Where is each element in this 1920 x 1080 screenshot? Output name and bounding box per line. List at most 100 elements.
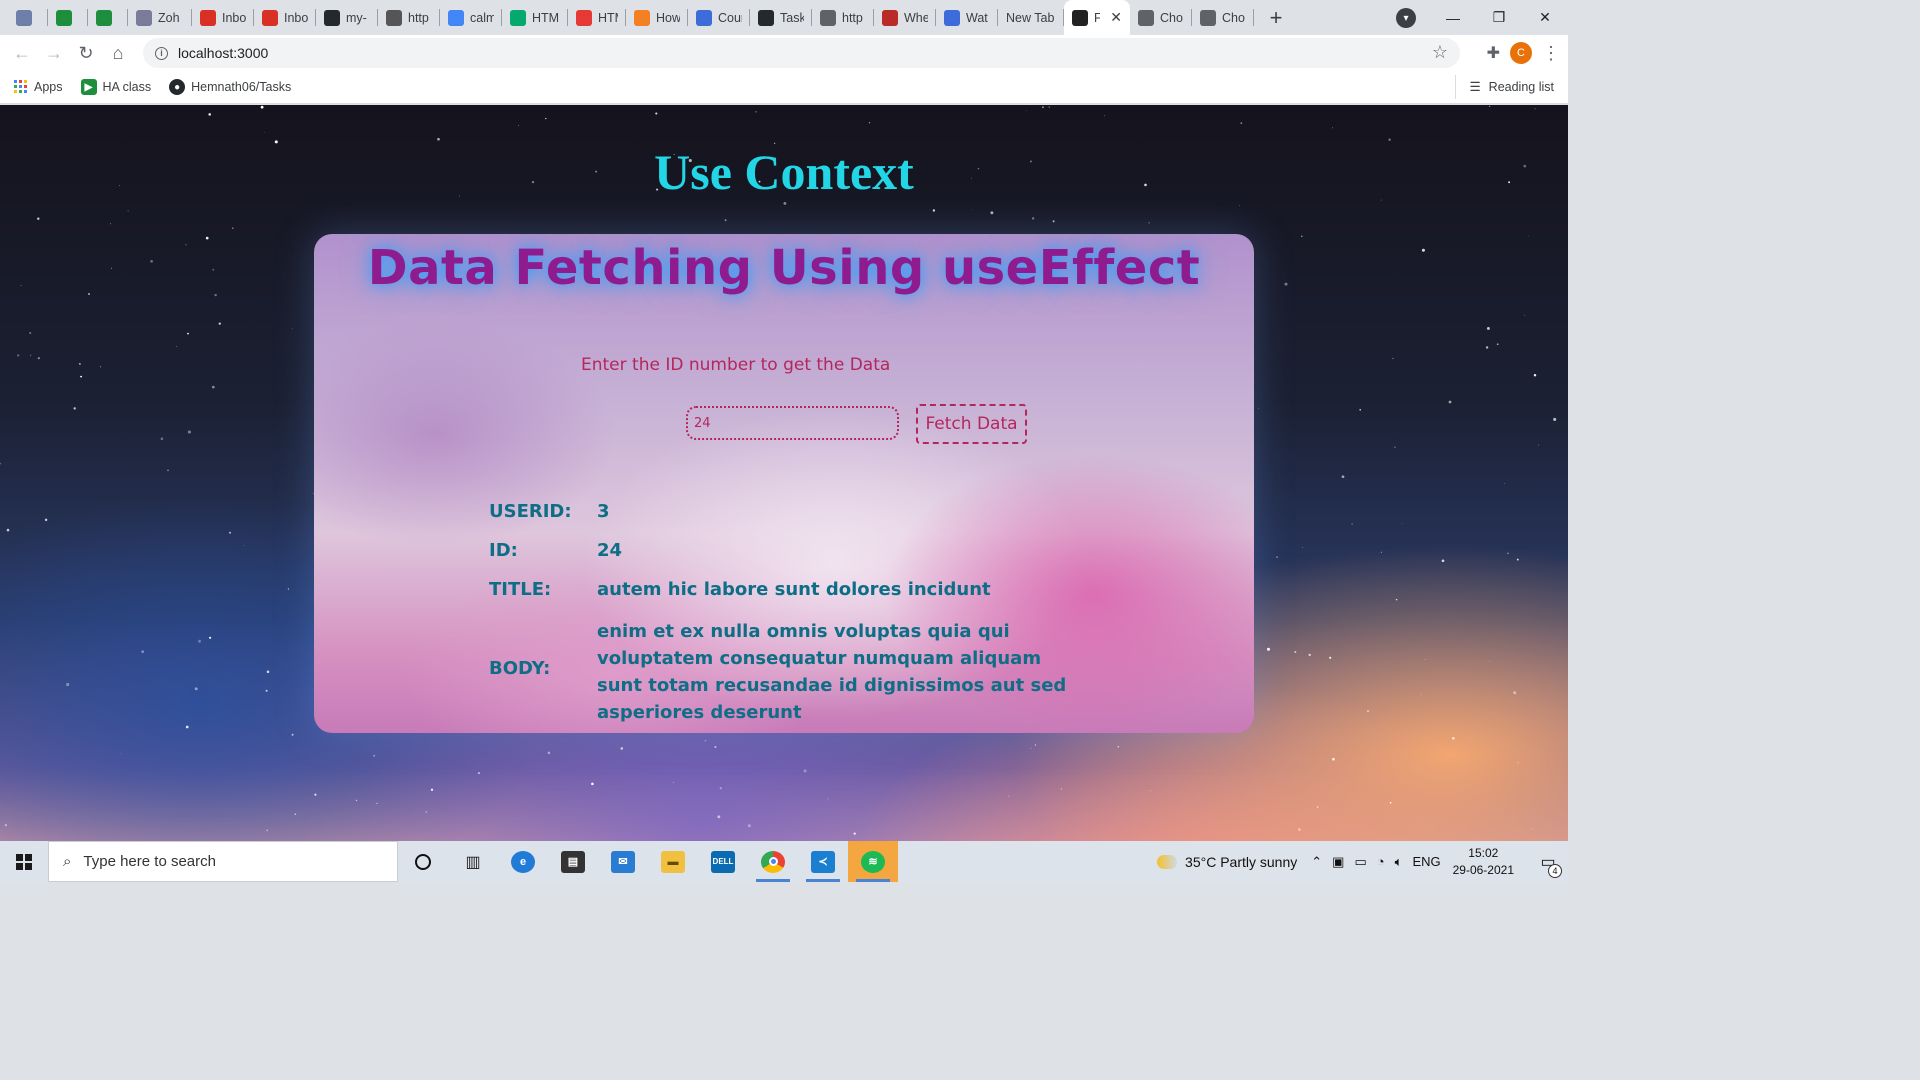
- id-label: ID:: [489, 540, 518, 561]
- menu-kebab-icon[interactable]: ⋮: [1542, 43, 1560, 64]
- start-button[interactable]: [0, 841, 48, 882]
- tab-search-icon[interactable]: ▾: [1396, 8, 1416, 28]
- tab-strip: Zoh Inbo Inbo my-http calm HTM HTM How Cour Task h…: [0, 0, 1568, 35]
- browser-tab[interactable]: Inbo: [254, 0, 316, 35]
- id-input[interactable]: [686, 406, 899, 440]
- file-explorer-icon[interactable]: ▬: [648, 841, 698, 882]
- browser-tab[interactable]: New Tab: [998, 0, 1064, 35]
- star: [620, 747, 624, 750]
- fetch-data-button[interactable]: Fetch Data: [916, 404, 1027, 444]
- star: [1117, 746, 1120, 748]
- restore-icon[interactable]: ❐: [1476, 0, 1522, 35]
- star: [1425, 658, 1427, 660]
- store-icon[interactable]: ▤: [548, 841, 598, 882]
- star: [176, 346, 178, 347]
- star: [1276, 556, 1279, 559]
- task-view-icon[interactable]: ▥: [448, 841, 498, 882]
- browser-tab[interactable]: HTM: [502, 0, 568, 35]
- browser-tab[interactable]: Wat: [936, 0, 998, 35]
- taskbar-search[interactable]: ⌕ Type here to search: [48, 841, 398, 882]
- back-icon[interactable]: ←: [6, 37, 38, 69]
- star: [37, 357, 40, 360]
- tab-label: Cour: [718, 10, 742, 25]
- browser-tab[interactable]: HTM: [568, 0, 626, 35]
- notification-center-icon[interactable]: ▭ 4: [1528, 852, 1568, 878]
- browser-tab[interactable]: Cour: [688, 0, 750, 35]
- forward-icon[interactable]: →: [38, 37, 70, 69]
- vscode-icon[interactable]: ≺: [798, 841, 848, 882]
- browser-tab[interactable]: Cho: [1192, 0, 1254, 35]
- bookmark-tasks-repo[interactable]: ● Hemnath06/Tasks: [169, 79, 291, 95]
- wifi-icon[interactable]: ◔: [1377, 854, 1385, 869]
- spotify-icon[interactable]: ≋: [848, 841, 898, 882]
- chrome-icon[interactable]: [748, 841, 798, 882]
- browser-tab[interactable]: [8, 0, 48, 35]
- address-bar[interactable]: i localhost:3000 ☆: [143, 38, 1460, 68]
- browser-tab[interactable]: http: [812, 0, 874, 35]
- tab-label: Cho: [1160, 10, 1183, 25]
- browser-tab[interactable]: [88, 0, 128, 35]
- mail-icon[interactable]: ✉: [598, 841, 648, 882]
- title-value: autem hic labore sunt dolores incidunt: [597, 579, 991, 600]
- browser-tab[interactable]: Whe: [874, 0, 936, 35]
- star: [1030, 747, 1032, 749]
- tab-label: Whe: [904, 10, 928, 25]
- browser-tab[interactable]: How: [626, 0, 688, 35]
- browser-tab[interactable]: http: [378, 0, 440, 35]
- edge-icon[interactable]: e: [498, 841, 548, 882]
- profile-avatar[interactable]: C: [1510, 42, 1532, 64]
- close-window-icon[interactable]: ✕: [1522, 0, 1568, 35]
- browser-tab[interactable]: calm: [440, 0, 502, 35]
- bookmark-star-icon[interactable]: ☆: [1432, 42, 1448, 63]
- star: [1302, 546, 1304, 548]
- dell-icon[interactable]: DELL: [698, 841, 748, 882]
- star: [868, 121, 871, 124]
- browser-tab[interactable]: F ✕: [1064, 0, 1130, 35]
- clock[interactable]: 15:02 29-06-2021: [1453, 845, 1514, 879]
- minimize-icon[interactable]: —: [1430, 0, 1476, 35]
- weather-widget[interactable]: 35°C Partly sunny: [1157, 854, 1297, 870]
- star: [853, 832, 856, 835]
- tab-label: Wat: [966, 10, 988, 25]
- star: [1258, 407, 1259, 409]
- site-info-icon[interactable]: i: [155, 46, 168, 60]
- volume-icon[interactable]: 🔈︎: [1395, 854, 1403, 870]
- browser-tab[interactable]: Inbo: [192, 0, 254, 35]
- star: [150, 259, 153, 263]
- star: [1401, 522, 1403, 524]
- star: [1060, 788, 1062, 790]
- browser-tab[interactable]: my-: [316, 0, 378, 35]
- browser-tab[interactable]: [48, 0, 88, 35]
- star: [803, 769, 807, 773]
- bookmark-apps[interactable]: Apps: [14, 80, 63, 94]
- star: [214, 293, 217, 297]
- tray-icons: ⌃ ▣ ▭ ◔ 🔈︎ ENG: [1311, 854, 1440, 870]
- browser-tab[interactable]: Zoh: [128, 0, 192, 35]
- language-indicator[interactable]: ENG: [1412, 854, 1440, 869]
- star: [209, 636, 212, 639]
- extensions-icon[interactable]: ✚: [1487, 43, 1500, 63]
- browser-tab[interactable]: Task: [750, 0, 812, 35]
- reload-icon[interactable]: ↻: [70, 37, 102, 69]
- star: [1332, 757, 1335, 761]
- star: [591, 782, 594, 786]
- star: [211, 385, 215, 389]
- close-tab-icon[interactable]: ✕: [1110, 9, 1122, 26]
- reading-list-button[interactable]: ☰ Reading list: [1455, 75, 1554, 99]
- home-icon[interactable]: ⌂: [102, 37, 134, 69]
- card-title: Data Fetching Using useEffect: [367, 240, 1201, 296]
- meet-now-icon[interactable]: ▣: [1332, 854, 1344, 870]
- chevron-up-icon[interactable]: ⌃: [1311, 854, 1322, 870]
- star: [430, 788, 434, 791]
- apps-grid-icon: [14, 80, 27, 93]
- new-tab-icon[interactable]: +: [1262, 4, 1290, 32]
- battery-icon[interactable]: ▭: [1354, 854, 1366, 870]
- star: [355, 799, 358, 802]
- browser-toolbar: ← → ↻ ⌂ i localhost:3000 ☆ ✚ C ⋮: [0, 35, 1568, 71]
- star: [1448, 400, 1452, 404]
- tab-label: New Tab: [1006, 10, 1055, 25]
- bookmark-ha-class[interactable]: ▶ HA class: [80, 79, 151, 95]
- star: [291, 328, 293, 330]
- browser-tab[interactable]: Cho: [1130, 0, 1192, 35]
- cortana-icon[interactable]: [398, 841, 448, 882]
